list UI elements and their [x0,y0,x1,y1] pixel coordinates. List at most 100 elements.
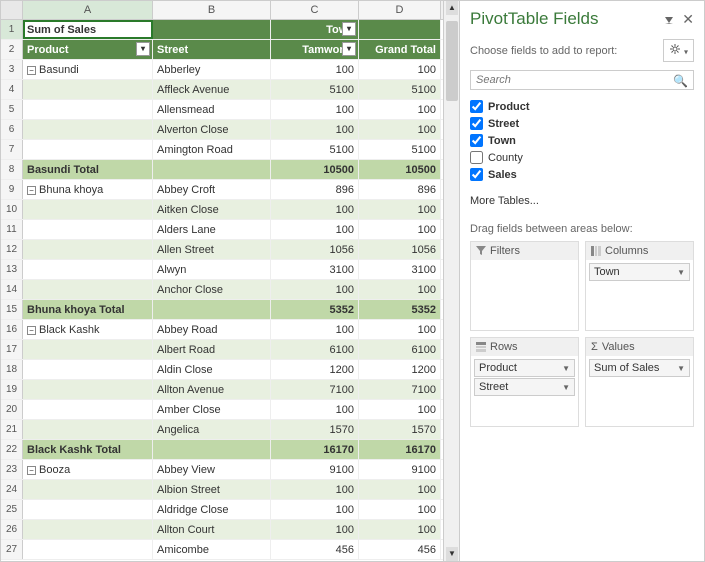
cell[interactable]: 456 [359,540,441,559]
row-header[interactable]: 10 [1,200,23,219]
cell[interactable]: 100 [359,100,441,119]
cell[interactable]: 896 [271,180,359,199]
row-header[interactable]: 25 [1,500,23,519]
cell[interactable]: 100 [271,120,359,139]
cell[interactable]: 100 [359,60,441,79]
field-item[interactable]: Product [470,98,694,115]
cell[interactable]: 9100 [359,460,441,479]
field-checkbox[interactable] [470,168,483,181]
cell[interactable]: 100 [359,220,441,239]
settings-button[interactable]: ▾ [663,39,694,62]
cell[interactable]: Abbey View [153,460,271,479]
cell[interactable]: 896 [359,180,441,199]
cell[interactable]: Albert Road [153,340,271,359]
chip-menu-arrow[interactable]: ▼ [677,364,685,373]
collapse-button[interactable]: − [27,66,36,75]
cell[interactable]: 100 [271,480,359,499]
cell[interactable]: 1570 [271,420,359,439]
cell[interactable]: Allton Avenue [153,380,271,399]
cell[interactable]: 5100 [359,80,441,99]
cell[interactable]: 100 [271,60,359,79]
cell[interactable]: Albion Street [153,480,271,499]
cell[interactable] [23,420,153,439]
cell[interactable] [23,120,153,139]
field-chip[interactable]: Town▼ [589,263,690,281]
cell[interactable]: Angelica [153,420,271,439]
cell[interactable]: Alwyn [153,260,271,279]
row-header[interactable]: 12 [1,240,23,259]
cell[interactable]: 3100 [271,260,359,279]
cell[interactable] [23,200,153,219]
chip-menu-arrow[interactable]: ▼ [562,364,570,373]
row-header[interactable]: 23 [1,460,23,479]
cell[interactable] [153,160,271,179]
cell[interactable]: Allton Court [153,520,271,539]
row-header[interactable]: 15 [1,300,23,319]
row-header[interactable]: 4 [1,80,23,99]
cell[interactable] [153,20,271,39]
cell[interactable]: 5352 [271,300,359,319]
field-item[interactable]: Sales [470,166,694,183]
cell[interactable]: Product▾▾ [23,40,153,59]
cell[interactable]: 1200 [271,360,359,379]
field-chip[interactable]: Product▼ [474,359,575,377]
filter-dropdown[interactable]: ▾ [342,22,356,36]
cell[interactable]: Tamworth▾ [271,40,359,59]
row-header[interactable]: 11 [1,220,23,239]
cell[interactable] [23,500,153,519]
field-item[interactable]: County [470,149,694,166]
cell[interactable]: 100 [359,520,441,539]
more-tables-link[interactable]: More Tables... [470,191,694,211]
cell[interactable]: 6100 [359,340,441,359]
cell[interactable]: 10500 [271,160,359,179]
cell[interactable] [23,240,153,259]
cell[interactable]: Alverton Close [153,120,271,139]
chip-menu-arrow[interactable]: ▼ [562,383,570,392]
cell[interactable]: 100 [271,520,359,539]
row-header[interactable]: 2 [1,40,23,59]
cell[interactable]: Town▾ [271,20,359,39]
values-area[interactable]: ΣValues Sum of Sales▼ [585,337,694,427]
cell[interactable]: 16170 [271,440,359,459]
vertical-scrollbar[interactable]: ▲ ▼ [443,1,459,561]
row-header[interactable]: 18 [1,360,23,379]
cell[interactable] [23,80,153,99]
cell[interactable]: 100 [271,400,359,419]
cell[interactable]: Abbey Croft [153,180,271,199]
cell[interactable]: Amber Close [153,400,271,419]
filters-area[interactable]: Filters [470,241,579,331]
filter-dropdown[interactable]: ▾ [342,42,356,56]
cell[interactable]: Aldin Close [153,360,271,379]
cell[interactable]: Basundi Total [23,160,153,179]
cell[interactable] [23,360,153,379]
field-checkbox[interactable] [470,151,483,164]
cell[interactable]: −Basundi [23,60,153,79]
cell[interactable]: 100 [359,320,441,339]
col-header-D[interactable]: D [359,1,441,19]
cell[interactable]: Aldridge Close [153,500,271,519]
cell[interactable]: 7100 [359,380,441,399]
cell[interactable]: Grand Total [359,40,441,59]
chip-menu-arrow[interactable]: ▼ [677,268,685,277]
filter-dropdown[interactable]: ▾ [136,42,150,56]
row-header[interactable]: 14 [1,280,23,299]
cell[interactable]: 100 [359,500,441,519]
row-header[interactable]: 21 [1,420,23,439]
col-header-A[interactable]: A [23,1,153,19]
cell[interactable]: 9100 [271,460,359,479]
cell[interactable]: 5352 [359,300,441,319]
cell[interactable]: Sum of Sales [23,20,153,39]
cell[interactable]: Abbey Road [153,320,271,339]
cell[interactable]: 16170 [359,440,441,459]
cell[interactable]: Amicombe [153,540,271,559]
cell[interactable]: 1056 [271,240,359,259]
row-header[interactable]: 16 [1,320,23,339]
cell[interactable]: 3100 [359,260,441,279]
cell[interactable]: 5100 [271,140,359,159]
cell[interactable]: Black Kashk Total [23,440,153,459]
row-header[interactable]: 24 [1,480,23,499]
field-checkbox[interactable] [470,100,483,113]
rows-area[interactable]: Rows Product▼Street▼ [470,337,579,427]
cell[interactable]: Aitken Close [153,200,271,219]
row-header[interactable]: 27 [1,540,23,559]
